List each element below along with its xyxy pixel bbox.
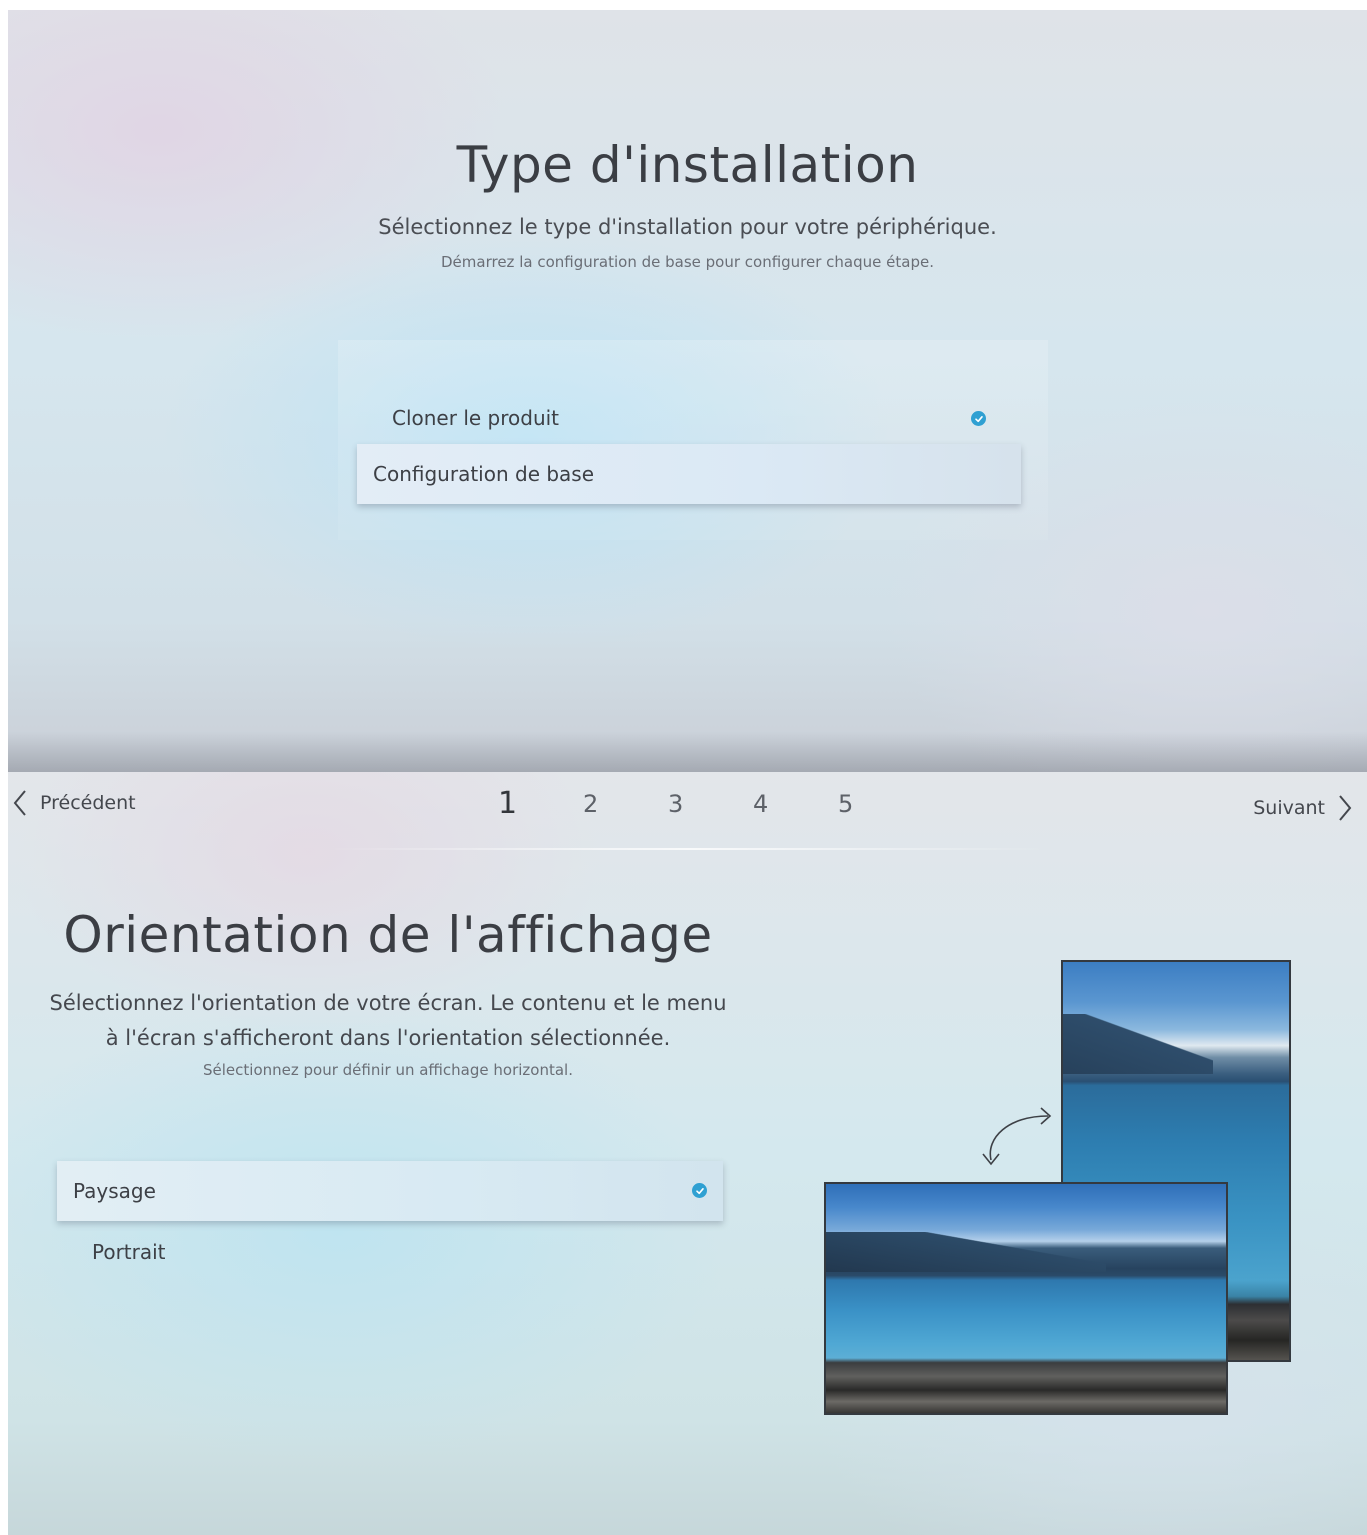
display-orientation-screen: Précédent 1 2 3 4 5 Suivant Orientation … <box>8 772 1367 1535</box>
checkmark-icon <box>971 411 986 426</box>
option-label: Portrait <box>92 1240 166 1264</box>
installation-type-screen: Type d'installation Sélectionnez le type… <box>8 10 1367 772</box>
option-label: Cloner le produit <box>392 406 560 430</box>
next-button[interactable]: Suivant <box>1253 794 1353 822</box>
chevron-left-icon <box>13 790 26 816</box>
back-button[interactable]: Précédent <box>12 789 136 817</box>
page-hint: Démarrez la configuration de base pour c… <box>441 253 934 271</box>
step-3: 3 <box>668 790 684 818</box>
step-1: 1 <box>498 786 518 821</box>
page-subtitle: Sélectionnez l'orientation de votre écra… <box>49 991 727 1050</box>
back-label: Précédent <box>40 792 136 814</box>
chevron-right-icon <box>1339 795 1352 821</box>
page-title: Orientation de l'affichage <box>63 906 713 964</box>
step-2: 2 <box>583 790 599 818</box>
page-title: Type d'installation <box>456 136 919 194</box>
step-divider <box>328 848 1048 850</box>
page-hint: Sélectionnez pour définir un affichage h… <box>203 1061 573 1079</box>
option-label: Paysage <box>73 1179 156 1203</box>
next-label: Suivant <box>1253 797 1325 819</box>
option-basic-configuration[interactable]: Configuration de base <box>357 444 1021 504</box>
step-indicator: 1 2 3 4 5 <box>498 786 923 821</box>
checkmark-icon <box>692 1183 707 1198</box>
landscape-screen-image <box>824 1182 1228 1415</box>
option-landscape[interactable]: Paysage <box>57 1161 723 1221</box>
step-5: 5 <box>838 790 854 818</box>
option-portrait[interactable]: Portrait <box>92 1232 492 1272</box>
rotate-arrows-icon <box>982 1107 1052 1166</box>
page-subtitle: Sélectionnez le type d'installation pour… <box>378 215 997 239</box>
options-list <box>338 340 1048 540</box>
option-clone-product[interactable]: Cloner le produit <box>392 398 1002 438</box>
step-4: 4 <box>753 790 769 818</box>
option-label: Configuration de base <box>373 462 595 486</box>
